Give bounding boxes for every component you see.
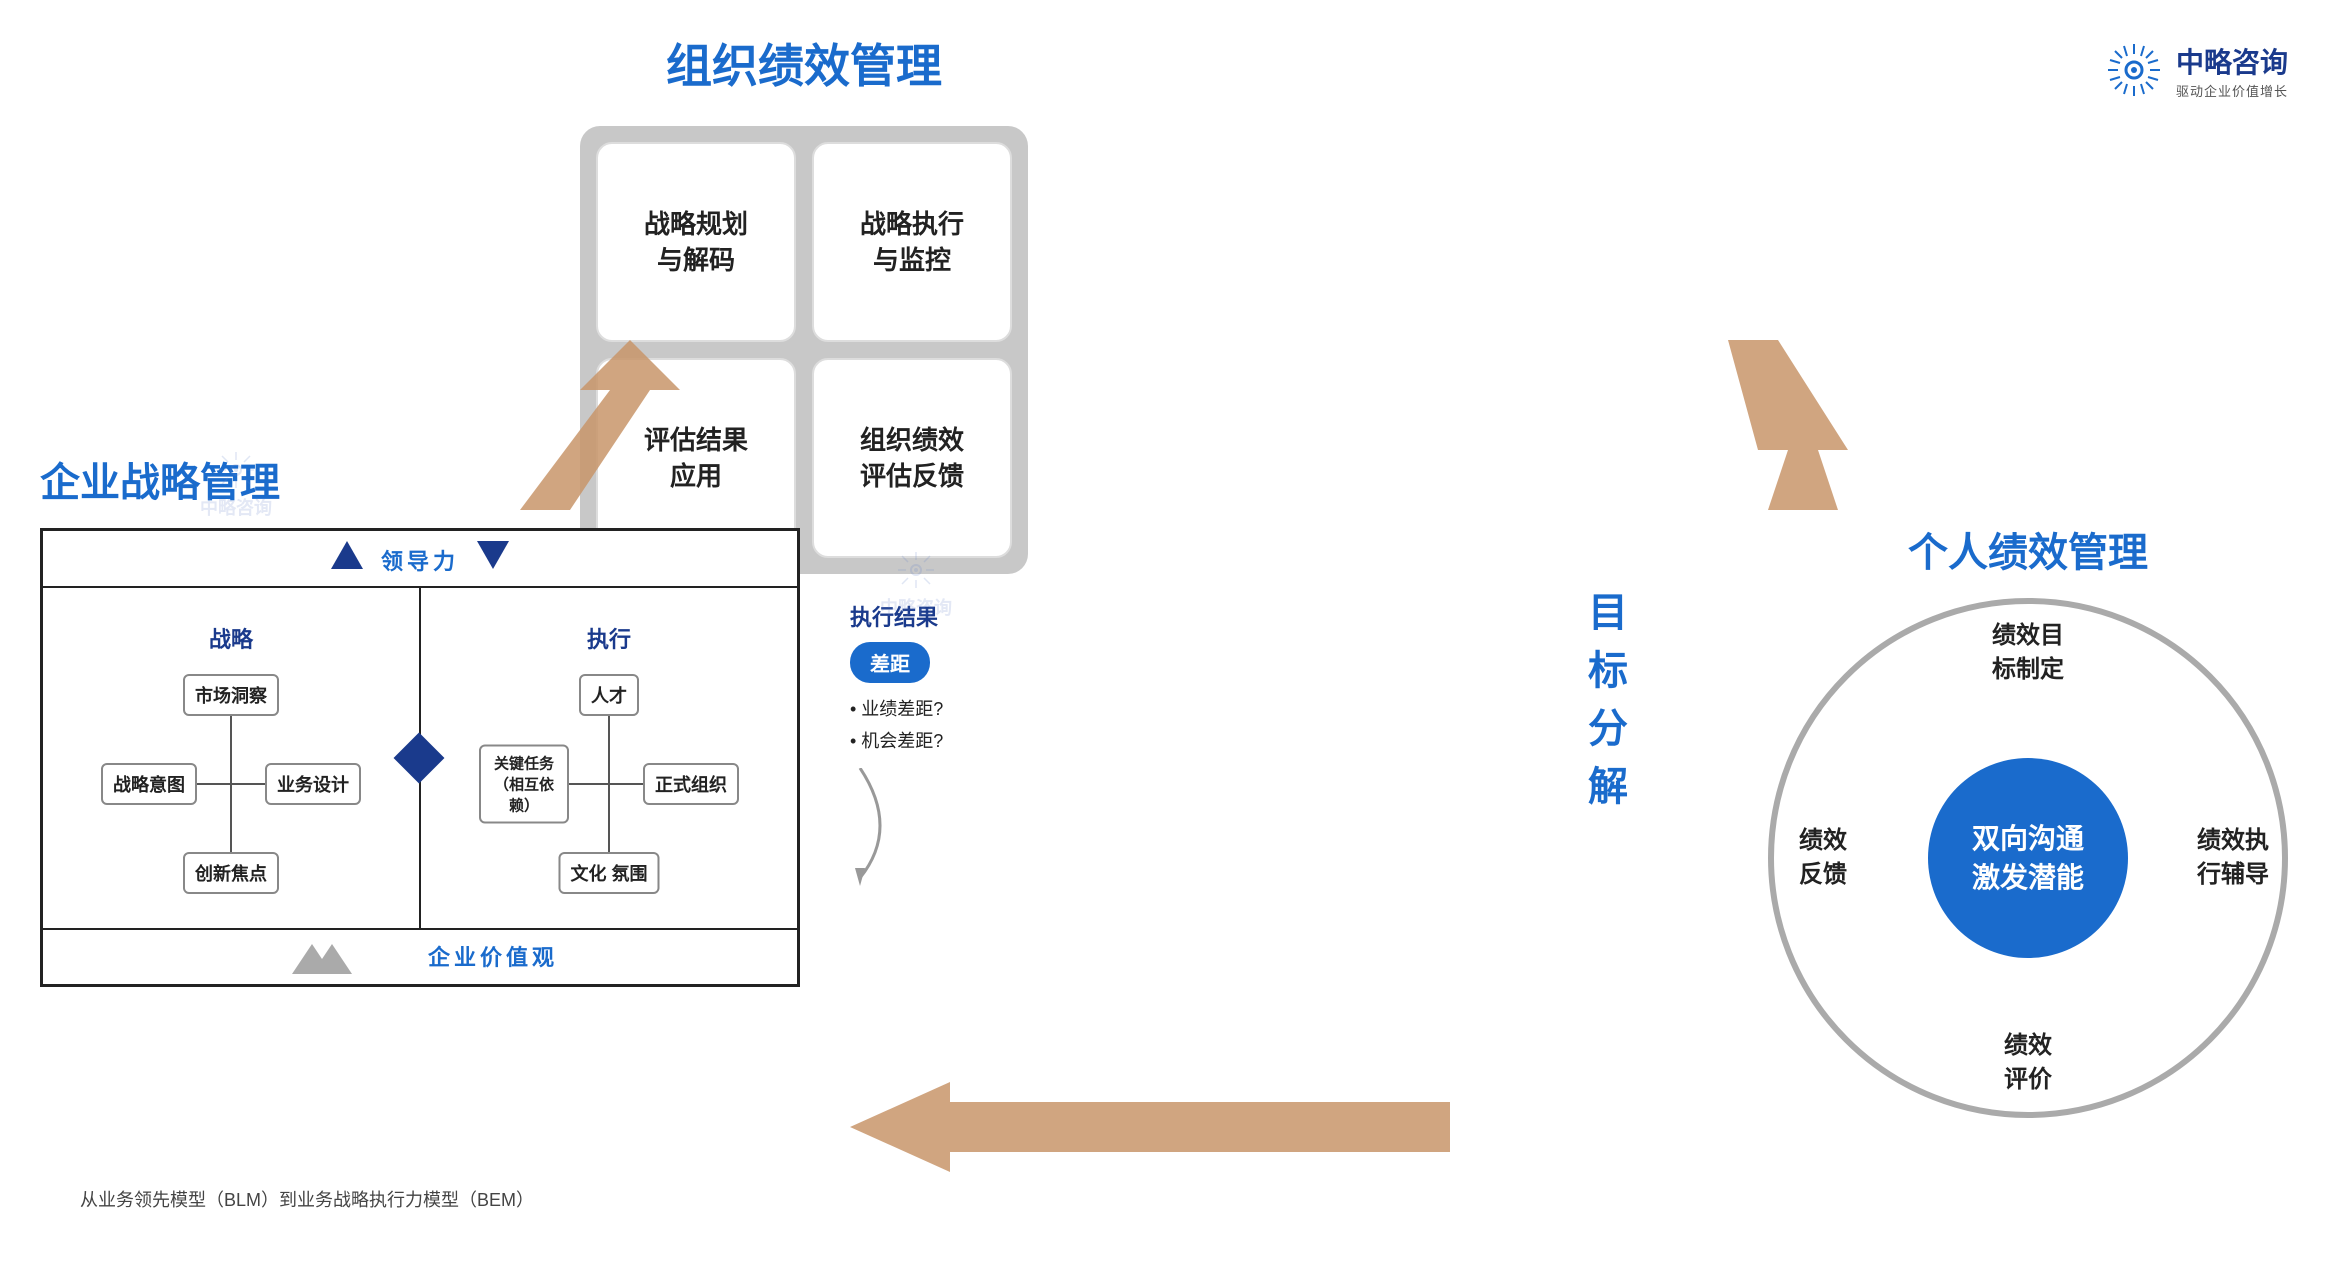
- gap-item-1: • 业绩差距?: [850, 693, 943, 725]
- enterprise-section: 企业战略管理 领导力 战略 市场洞察 战略意图 业务设计 创新焦点: [40, 450, 800, 987]
- bottom-big-arrow: [850, 1077, 1450, 1182]
- logo-tagline: 驱动企业价值增长: [2176, 81, 2288, 100]
- blm-content: 战略 市场洞察 战略意图 业务设计 创新焦点 执行: [43, 588, 797, 928]
- circle-center: 双向沟通激发潜能: [1928, 758, 2128, 958]
- personal-perf-title: 个人绩效管理: [1908, 520, 2148, 578]
- blm-left-title: 战略: [209, 622, 253, 654]
- org-perf-title: 组织绩效管理: [666, 30, 942, 96]
- circle-node-right: 绩效执行辅导: [2168, 793, 2298, 923]
- circle-diagram: 双向沟通激发潜能 绩效目标制定 绩效执行辅导 绩效评价 绩效反馈: [1768, 598, 2288, 1118]
- quadrant-cell-2: 战略执行与监控: [812, 142, 1012, 342]
- blm-box: 领导力 战略 市场洞察 战略意图 业务设计 创新焦点: [40, 528, 800, 987]
- target-decompose-arrow-svg: [1708, 330, 1868, 530]
- blm-top-bar: 领导力: [43, 531, 797, 588]
- diamond-rhombus: [394, 733, 445, 784]
- circle-node-top: 绩效目标制定: [1963, 588, 2093, 718]
- blm-left-bottom-node: 创新焦点: [183, 852, 279, 894]
- blm-left-top-node: 市场洞察: [183, 674, 279, 716]
- gap-badge: 差距: [850, 642, 930, 683]
- quadrant-cell-4: 组织绩效评估反馈: [812, 358, 1012, 558]
- logo-icon: [2104, 40, 2164, 100]
- blm-right-right-node: 正式组织: [643, 763, 739, 805]
- bottom-arrow-svg: [850, 1077, 1450, 1177]
- leadership-label: 领导力: [381, 549, 459, 574]
- blm-left-diamond: 市场洞察 战略意图 业务设计 创新焦点: [101, 674, 361, 894]
- blm-left-left-node: 战略意图: [101, 763, 197, 805]
- enterprise-title: 企业战略管理: [40, 450, 800, 508]
- target-decompose-arrow: [1708, 330, 1868, 535]
- blm-right: 执行 人才 关键任务（相互依赖） 正式组织 文化 氛围: [421, 588, 797, 928]
- blm-bottom-bar: 企业价值观: [43, 928, 797, 984]
- leadership-triangle-down: [477, 541, 509, 569]
- gap-curve-arrow: [850, 768, 910, 888]
- gap-items: • 业绩差距? • 机会差距?: [850, 693, 943, 758]
- circle-node-left: 绩效反馈: [1758, 793, 1888, 923]
- bottom-caption: 从业务领先模型（BLM）到业务战略执行力模型（BEM）: [80, 1186, 534, 1212]
- logo-name: 中略咨询: [2176, 41, 2288, 81]
- blm-left-right-node: 业务设计: [265, 763, 361, 805]
- blm-right-left-node: 关键任务（相互依赖）: [479, 745, 569, 824]
- blm-diamond-connector: [401, 740, 437, 776]
- personal-perf-section: 个人绩效管理 双向沟通激发潜能 绩效目标制定 绩效执行辅导 绩效评价 绩效反馈: [1768, 520, 2288, 1118]
- logo-text: 中略咨询 驱动企业价值增长: [2176, 41, 2288, 100]
- blm-left: 战略 市场洞察 战略意图 业务设计 创新焦点: [43, 588, 421, 928]
- leadership-triangle-up: [331, 541, 363, 569]
- exec-result-label: 执行结果: [850, 600, 943, 632]
- target-decompose-label: 目标分解: [1588, 580, 1628, 812]
- enterprise-value-label: 企业价值观: [428, 945, 558, 970]
- gap-item-2: • 机会差距?: [850, 725, 943, 757]
- execution-result: 执行结果 差距 • 业绩差距? • 机会差距?: [850, 600, 943, 888]
- blm-right-top-node: 人才: [579, 674, 639, 716]
- logo: 中略咨询 驱动企业价值增长: [2104, 40, 2288, 100]
- circle-node-bottom: 绩效评价: [1963, 998, 2093, 1128]
- quadrant-cell-1: 战略规划与解码: [596, 142, 796, 342]
- blm-right-title: 执行: [587, 622, 631, 654]
- value-arrow-left: [282, 944, 402, 974]
- blm-right-diamond: 人才 关键任务（相互依赖） 正式组织 文化 氛围: [479, 674, 739, 894]
- blm-right-bottom-node: 文化 氛围: [558, 852, 659, 894]
